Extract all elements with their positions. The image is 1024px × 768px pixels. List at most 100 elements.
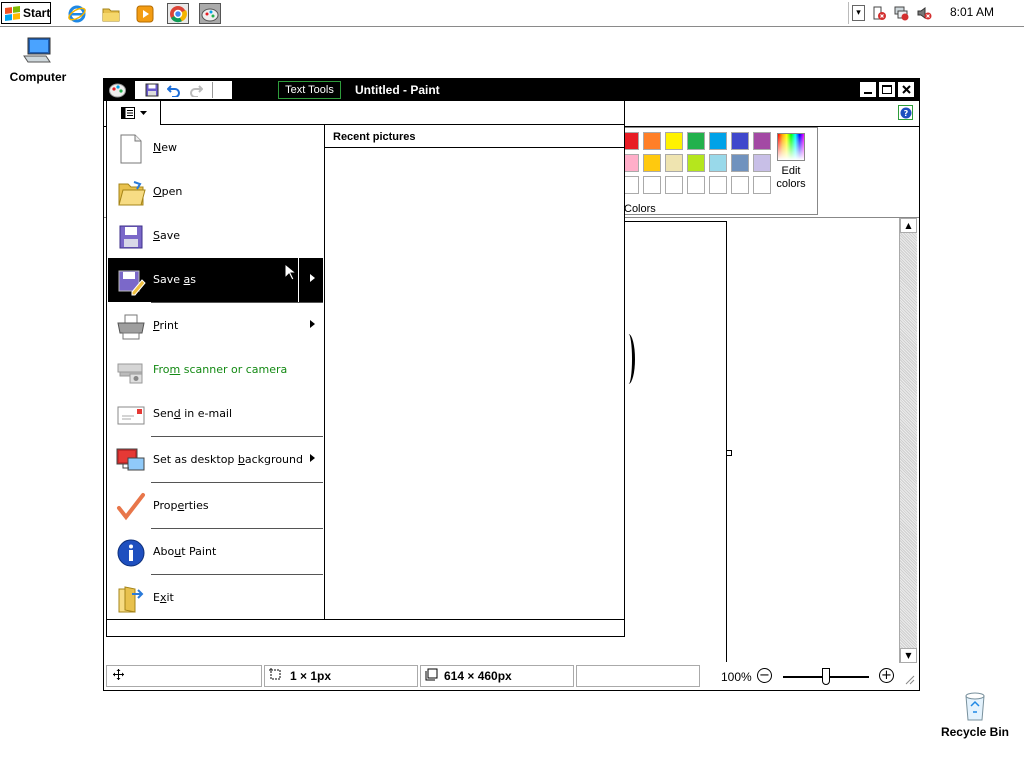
menu-separator — [151, 436, 323, 437]
edit-colors-label-2: colors — [776, 178, 806, 190]
desktop-background-icon — [116, 448, 145, 471]
canvas-size-icon — [425, 668, 438, 684]
menu-bottom-divider — [107, 619, 624, 620]
file-menu-button[interactable] — [107, 101, 161, 125]
scroll-down-arrow-icon[interactable]: ▼ — [900, 648, 917, 663]
file-menu-icon — [120, 107, 135, 119]
start-label: Start — [23, 6, 51, 20]
recent-pictures-title: Recent pictures — [333, 131, 416, 143]
menu-label-open: Open — [153, 185, 183, 198]
menu-label-save: Save — [153, 229, 181, 242]
submenu-arrow-icon[interactable] — [310, 274, 315, 282]
menu-label-new: New — [153, 141, 177, 154]
menu-separator — [151, 482, 323, 483]
text-tools-tab[interactable]: Text Tools — [278, 81, 341, 99]
title-bar[interactable]: ▾ Text Tools Untitled - Paint — [104, 79, 919, 101]
system-tray: ▾ — [848, 2, 1024, 24]
color-swatch[interactable] — [687, 176, 705, 194]
submenu-split-divider — [298, 258, 299, 302]
recent-pictures-panel: Recent pictures — [325, 125, 624, 619]
paint-app-icon[interactable] — [109, 82, 126, 101]
menu-item-from-scanner[interactable]: From scanner or camera — [108, 348, 323, 392]
menu-item-send-email[interactable]: Send in e-mail — [108, 392, 323, 436]
svg-text:?: ? — [903, 109, 908, 118]
network-icon[interactable] — [893, 5, 909, 24]
paint-taskbar-icon[interactable] — [199, 3, 221, 24]
submenu-arrow-icon[interactable] — [310, 454, 315, 462]
resize-grip-icon[interactable] — [904, 674, 915, 688]
recent-pictures-divider — [325, 147, 624, 148]
scanner-camera-icon — [117, 363, 143, 384]
cursor-position-cell — [106, 665, 262, 687]
scroll-up-arrow-icon[interactable]: ▲ — [900, 218, 917, 233]
selection-icon — [269, 668, 282, 684]
menu-item-new[interactable]: New — [108, 126, 323, 170]
menu-separator — [151, 302, 323, 303]
edit-colors-button[interactable]: Edit colors — [771, 133, 811, 191]
clock[interactable]: 8:01 AM — [950, 5, 994, 19]
color-swatch[interactable] — [687, 132, 705, 150]
color-spectrum-icon — [777, 133, 805, 161]
color-swatch[interactable] — [687, 154, 705, 172]
desktop-icon-recycle-bin[interactable]: Recycle Bin — [938, 690, 1012, 739]
open-folder-icon — [118, 181, 146, 206]
desktop-icon-computer[interactable]: Computer — [8, 36, 68, 84]
windows-logo-icon — [5, 5, 20, 21]
color-swatch[interactable] — [643, 132, 661, 150]
minimize-button[interactable] — [860, 82, 876, 97]
submenu-arrow-icon[interactable] — [310, 320, 315, 328]
color-swatch[interactable] — [731, 132, 749, 150]
menu-item-open[interactable]: Open — [108, 170, 323, 214]
vertical-scrollbar[interactable]: ▲ ▼ — [899, 218, 917, 663]
media-player-icon[interactable] — [134, 3, 156, 24]
color-swatch[interactable] — [731, 176, 749, 194]
drawing-canvas[interactable] — [625, 221, 727, 662]
color-swatch[interactable] — [665, 176, 683, 194]
zoom-in-icon[interactable]: + — [879, 668, 894, 683]
color-swatch[interactable] — [709, 154, 727, 172]
menu-item-about-paint[interactable]: About Paint — [108, 530, 323, 574]
menu-item-exit[interactable]: Exit — [108, 576, 323, 620]
menu-label-from-scanner: From scanner or camera — [153, 363, 288, 376]
menu-label-exit: Exit — [153, 591, 174, 604]
menu-item-save[interactable]: Save — [108, 214, 323, 258]
undo-icon[interactable] — [166, 83, 181, 100]
info-icon — [117, 539, 145, 567]
start-button[interactable]: Start — [1, 2, 51, 24]
color-swatch[interactable] — [709, 132, 727, 150]
save-as-icon — [118, 270, 146, 296]
menu-label-properties: Properties — [153, 499, 209, 512]
file-explorer-icon[interactable] — [100, 3, 122, 24]
volume-muted-icon[interactable] — [916, 5, 932, 24]
color-swatch[interactable] — [753, 176, 771, 194]
chevron-down-icon[interactable]: ▾ — [852, 5, 865, 21]
menu-item-print[interactable]: Print — [108, 304, 323, 348]
help-icon[interactable]: ? — [898, 105, 913, 120]
color-swatch[interactable] — [643, 176, 661, 194]
email-icon — [117, 406, 145, 425]
color-swatch[interactable] — [709, 176, 727, 194]
maximize-button[interactable] — [879, 82, 895, 97]
zoom-slider-thumb[interactable] — [822, 668, 830, 685]
action-center-icon[interactable] — [871, 5, 887, 24]
color-swatch[interactable] — [643, 154, 661, 172]
menu-item-save-as[interactable]: Save as — [108, 258, 323, 302]
file-menu-commands: New Open Save Save as Print From scanner… — [107, 125, 325, 619]
chrome-icon[interactable] — [167, 3, 189, 24]
color-swatch[interactable] — [753, 132, 771, 150]
internet-explorer-icon[interactable] — [66, 3, 88, 24]
save-quick-icon[interactable] — [145, 83, 159, 100]
new-document-icon — [120, 134, 142, 164]
color-swatch[interactable] — [665, 154, 683, 172]
customize-qat-chevron-icon[interactable]: ▾ — [212, 82, 223, 98]
zoom-out-icon[interactable]: − — [757, 668, 772, 683]
menu-item-set-desktop-background[interactable]: Set as desktop background — [108, 438, 323, 482]
color-swatch[interactable] — [753, 154, 771, 172]
color-swatch[interactable] — [731, 154, 749, 172]
close-button[interactable] — [898, 82, 914, 97]
canvas-resize-handle[interactable] — [726, 450, 732, 456]
redo-icon[interactable] — [189, 83, 204, 100]
menu-item-properties[interactable]: Properties — [108, 484, 323, 528]
color-swatch[interactable] — [665, 132, 683, 150]
menu-label-send-email: Send in e-mail — [153, 407, 233, 420]
